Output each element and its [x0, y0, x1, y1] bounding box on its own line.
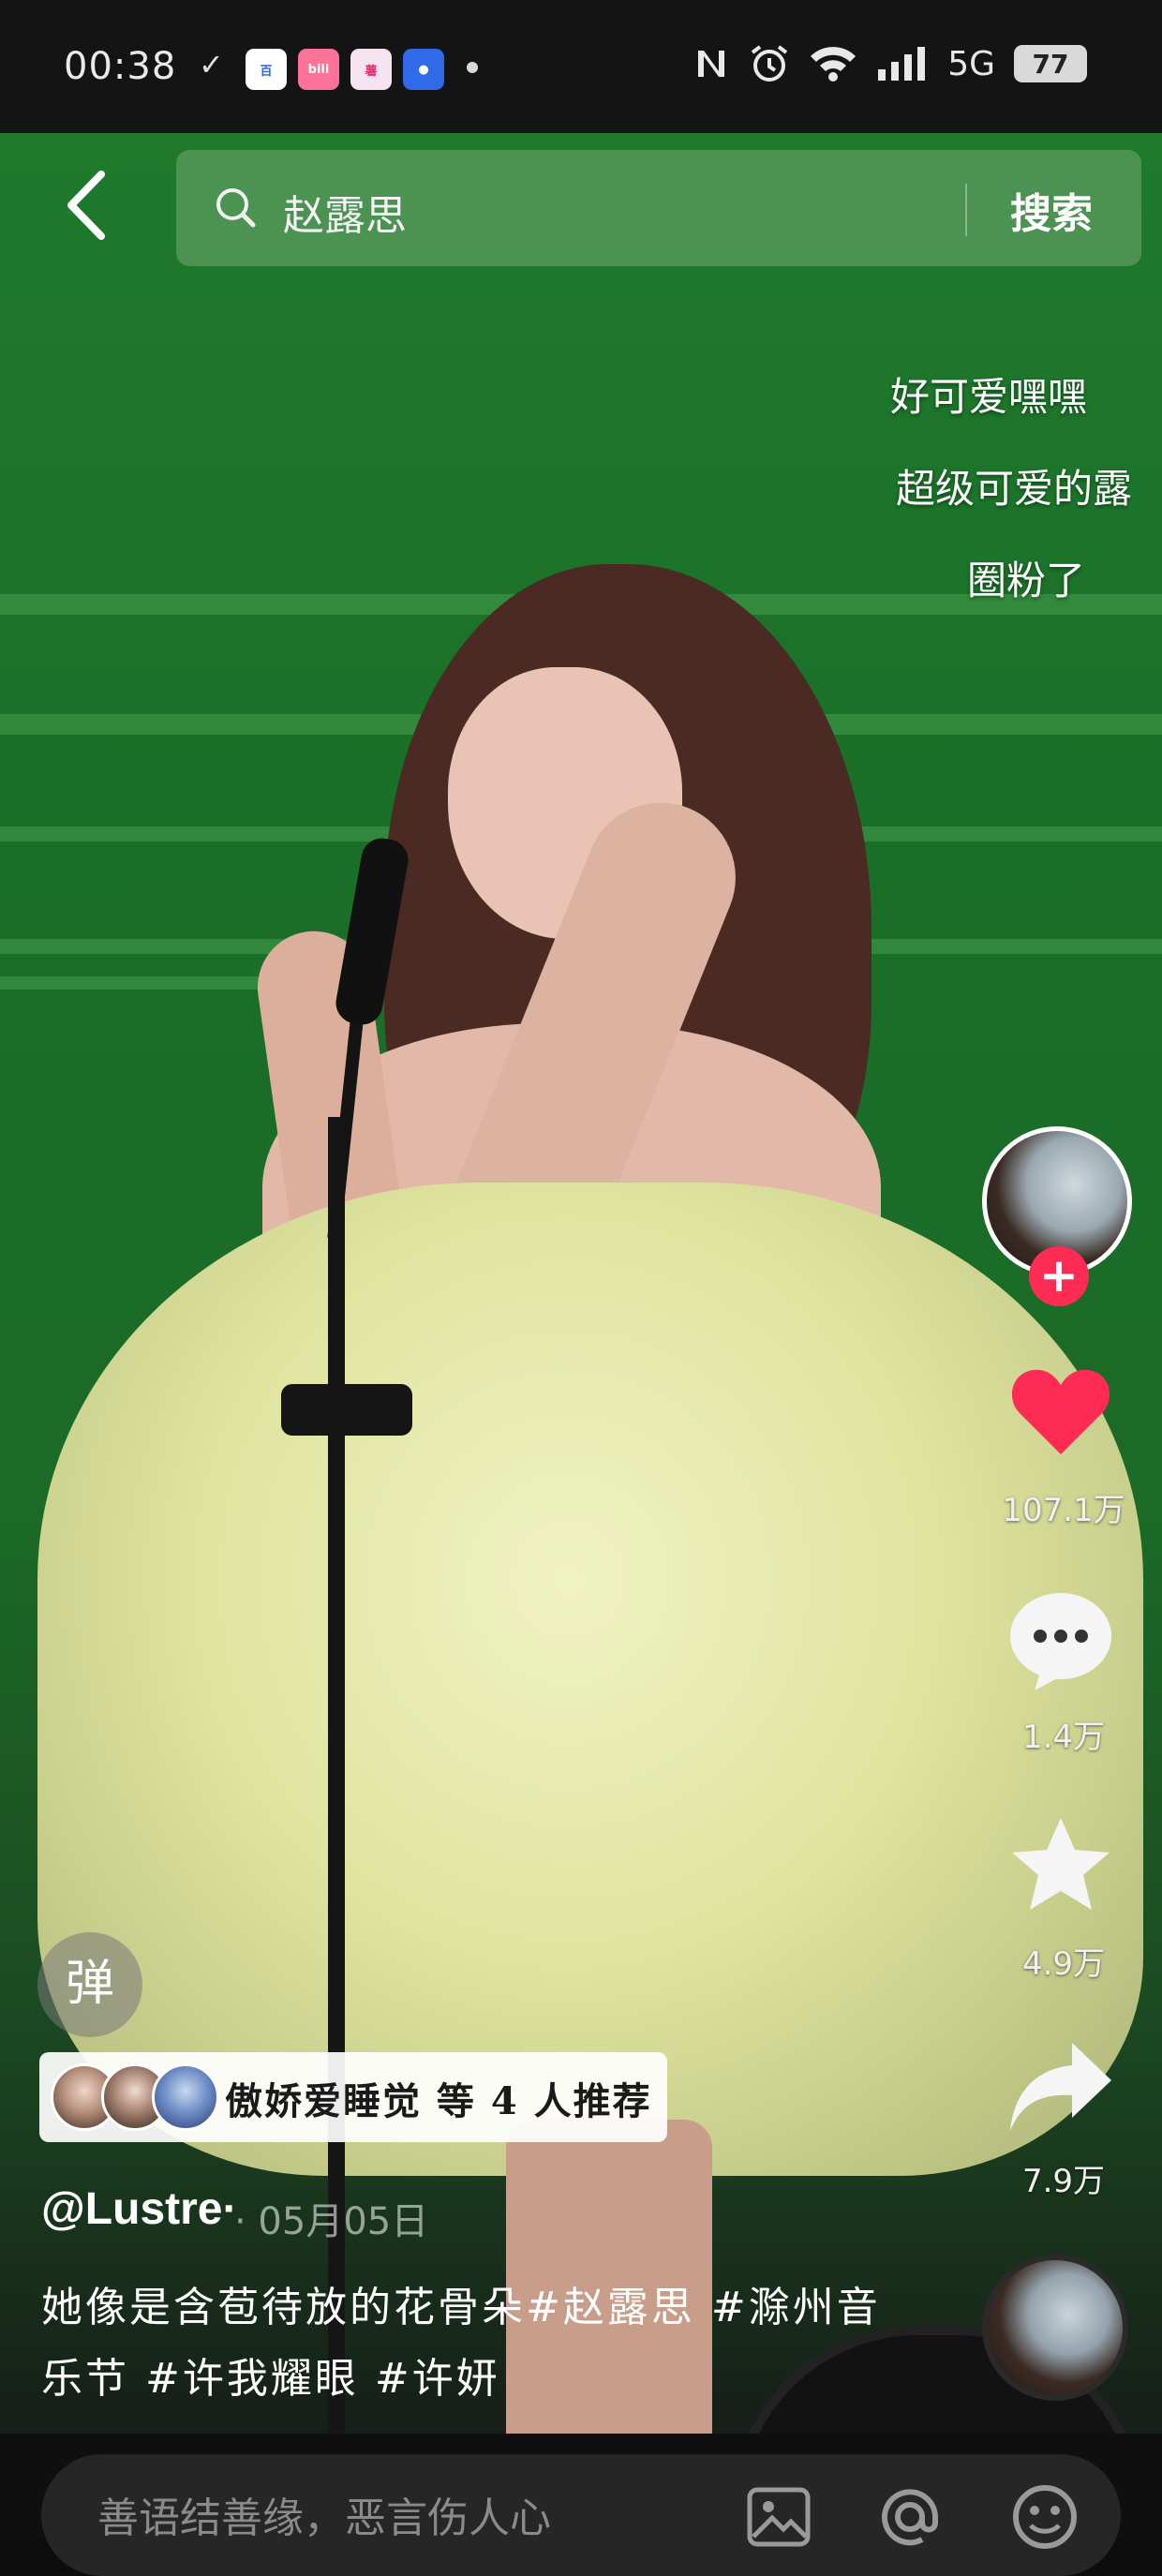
author-username[interactable]: @Lustre·	[41, 2183, 237, 2235]
recommendation-bar[interactable]: 傲娇爱睡觉 等 4 人推荐	[39, 2052, 667, 2142]
blue-app-icon: ●	[403, 49, 444, 90]
singer-dress	[37, 1183, 1143, 2176]
status-right: 5G 77	[693, 43, 1087, 84]
comment-input[interactable]: 善语结善缘，恶言伤人心	[41, 2454, 1121, 2576]
bilibili-app-icon: bili	[298, 49, 339, 90]
emoji-icon[interactable]	[1010, 2482, 1080, 2552]
search-icon	[216, 188, 256, 228]
network-type: 5G	[947, 44, 995, 83]
floating-comment: 好可爱嘿嘿	[890, 374, 1088, 420]
share-arrow-icon[interactable]	[1006, 2033, 1115, 2142]
back-arrow-icon[interactable]	[58, 167, 116, 244]
image-icon[interactable]	[744, 2482, 813, 2552]
floating-comment: 圈粉了	[967, 558, 1086, 603]
follow-plus-button[interactable]: +	[1029, 1246, 1089, 1306]
comment-input-placeholder: 善语结善缘，恶言伤人心	[97, 2494, 551, 2542]
search-button[interactable]: 搜索	[1010, 180, 1093, 240]
notification-dot-icon	[467, 62, 478, 73]
status-time: 00:38	[64, 45, 177, 88]
like-count: 107.1万	[1002, 1492, 1125, 1529]
danmu-toggle-button[interactable]: 弹	[37, 1932, 142, 2037]
floating-comment: 超级可爱的露	[896, 466, 1133, 512]
recommendation-text: 傲娇爱睡觉 等 4 人推荐	[225, 2079, 652, 2123]
search-divider	[965, 184, 967, 236]
share-count: 7.9万	[1021, 2163, 1106, 2200]
mention-at-icon[interactable]	[875, 2482, 945, 2552]
like-heart-icon[interactable]	[1006, 1357, 1115, 1466]
xiaohongshu-app-icon: 薯	[350, 49, 392, 90]
bottom-bar: 善语结善缘，恶言伤人心	[0, 2434, 1162, 2576]
search-input[interactable]: 赵露思	[283, 182, 407, 242]
wifi-icon	[811, 47, 857, 82]
nfc-icon	[698, 51, 725, 77]
favorite-star-icon[interactable]	[1006, 1812, 1115, 1921]
checkmark-icon: ✓	[199, 47, 224, 82]
favorite-count: 4.9万	[1021, 1945, 1106, 1983]
status-bar: 00:38 ✓ 百 bili 薯 ● 5G 77	[0, 0, 1162, 133]
post-date: · 05月05日	[234, 2200, 429, 2243]
battery-icon: 77	[1014, 45, 1087, 82]
comment-count: 1.4万	[1021, 1719, 1106, 1756]
alarm-icon	[751, 45, 788, 82]
post-caption[interactable]: 她像是含苞待放的花骨朵#赵露思 #滁州音乐节 #许我耀眼 #许妍	[41, 2272, 885, 2415]
signal-icon	[878, 47, 926, 81]
search-bar[interactable]: 赵露思 搜索	[176, 150, 1141, 266]
music-disc-icon[interactable]	[982, 2255, 1128, 2401]
mic-stand-clamp	[281, 1384, 412, 1436]
comment-bubble-icon[interactable]	[1006, 1586, 1115, 1694]
recommender-avatar	[152, 2063, 219, 2131]
baidu-app-icon: 百	[246, 49, 287, 90]
